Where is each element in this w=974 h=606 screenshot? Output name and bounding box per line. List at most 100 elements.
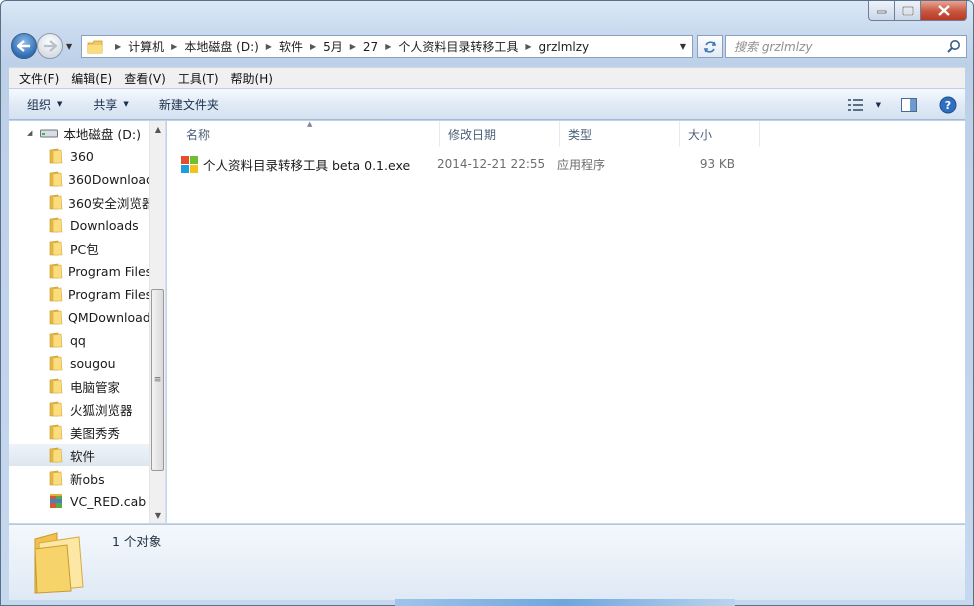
new-folder-label: 新建文件夹 — [158, 97, 219, 112]
taskbar-edge — [395, 599, 735, 606]
new-folder-button[interactable]: 新建文件夹 — [159, 96, 219, 113]
folder-icon — [49, 263, 63, 279]
folder-icon — [49, 217, 65, 233]
tree-item-label: 360Downloads — [68, 171, 150, 187]
address-bar[interactable]: ▶ 计算机 ▶ 本地磁盘 (D:) ▶ 软件 ▶ 5月 ▶ 27 ▶ 个人资料目录转移工具 … — [81, 35, 693, 58]
tree-item[interactable]: Program Files — [9, 260, 150, 282]
file-row[interactable]: 个人资料目录转移工具 beta 0.1.exe 2014-12-21 22:55… — [181, 153, 735, 175]
tree-item[interactable]: 火狐浏览器 — [9, 398, 150, 420]
menu-file[interactable]: 文件(F) — [19, 70, 59, 87]
help-button[interactable]: ? — [939, 96, 957, 114]
recent-pages-dropdown[interactable]: ▼ — [66, 42, 72, 51]
cab-archive-icon — [49, 493, 65, 509]
menu-view[interactable]: 查看(V) — [124, 70, 166, 87]
folder-icon — [49, 378, 65, 394]
tree-item[interactable]: Downloads — [9, 214, 150, 236]
close-icon — [937, 5, 950, 16]
caption-buttons — [868, 1, 967, 21]
chevron-down-icon: ▼ — [875, 100, 881, 109]
tree-item-label: QMDownload — [68, 309, 150, 325]
folder-icon — [49, 286, 63, 302]
forward-button[interactable] — [37, 33, 63, 59]
tree-item-label: Downloads — [70, 217, 139, 233]
tree-item[interactable]: 360Downloads — [9, 168, 150, 190]
share-button[interactable]: 共享 ▼ — [93, 96, 128, 113]
breadcrumb-computer[interactable]: ▶ 计算机 — [108, 38, 164, 55]
tree-item[interactable]: 美图秀秀 — [9, 421, 150, 443]
address-history-dropdown[interactable]: ▼ — [674, 36, 692, 57]
tree-item-label: 360安全浏览器下载 — [68, 195, 150, 211]
menu-tools[interactable]: 工具(T) — [178, 70, 219, 87]
scroll-up-arrow-icon[interactable]: ▲ — [150, 121, 166, 137]
navigation-pane: ◢ 本地磁盘 (D:) 360 360Downloads 360安全浏览器下载 Dow… — [9, 121, 166, 523]
breadcrumb-may[interactable]: ▶ 5月 — [303, 38, 343, 55]
tree-item[interactable]: QMDownload — [9, 306, 150, 328]
folder-icon — [49, 171, 63, 187]
file-size: 93 KB — [699, 157, 735, 171]
column-header-type[interactable]: 类型 — [560, 121, 680, 147]
folder-tree: ◢ 本地磁盘 (D:) 360 360Downloads 360安全浏览器下载 Dow… — [9, 121, 150, 523]
tree-item-label: 电脑管家 — [70, 379, 121, 395]
chevron-down-icon: ▼ — [57, 100, 63, 108]
column-header-date[interactable]: 修改日期 — [440, 121, 560, 147]
scroll-thumb[interactable]: ≡ — [151, 289, 164, 471]
preview-pane-button[interactable] — [901, 97, 917, 112]
menu-bar: 文件(F) 编辑(E) 查看(V) 工具(T) 帮助(H) — [9, 67, 965, 88]
hard-drive-icon — [40, 129, 59, 138]
details-pane: 1 个对象 — [9, 524, 965, 600]
refresh-icon — [703, 40, 717, 53]
folder-icon — [49, 447, 65, 463]
menu-edit[interactable]: 编辑(E) — [71, 70, 112, 87]
search-input[interactable]: 搜索 grzlmlzy — [725, 35, 967, 58]
share-label: 共享 — [93, 97, 118, 112]
item-count: 1 个对象 — [112, 534, 162, 549]
organize-button[interactable]: 组织 ▼ — [27, 96, 62, 113]
breadcrumb-27[interactable]: ▶ 27 — [343, 40, 378, 54]
change-view-button[interactable]: ▼ — [847, 98, 881, 111]
scroll-down-arrow-icon[interactable]: ▼ — [150, 507, 166, 523]
search-icon — [947, 40, 960, 53]
tree-item[interactable]: sougou — [9, 352, 150, 374]
refresh-button[interactable] — [697, 35, 723, 58]
tree-item-drive-d[interactable]: ◢ 本地磁盘 (D:) — [9, 123, 141, 143]
minimize-button[interactable] — [868, 1, 895, 21]
minimize-icon — [876, 10, 886, 13]
tree-item[interactable]: qq — [9, 329, 150, 351]
tree-item-label: Program Files — [68, 263, 150, 279]
tree-item[interactable]: 360 — [9, 145, 150, 167]
tree-item-label: sougou — [70, 355, 116, 371]
folder-icon — [49, 148, 65, 164]
tree-item[interactable]: 电脑管家 — [9, 375, 150, 397]
tree-item[interactable]: VC_RED.cab — [9, 490, 150, 512]
expanded-triangle-icon[interactable]: ◢ — [27, 129, 32, 137]
maximize-button[interactable] — [895, 1, 921, 21]
tree-item[interactable]: 新obs — [9, 467, 150, 489]
breadcrumb-software[interactable]: ▶ 软件 — [259, 38, 303, 55]
file-list-pane: ▲ 名称 修改日期 类型 大小 个人资料目录转移工具 beta 0.1.exe … — [167, 120, 965, 523]
chevron-right-icon: ▶ — [171, 42, 178, 51]
nav-scrollbar[interactable]: ▲ ≡ ▼ — [149, 121, 165, 523]
view-controls: ▼ ? — [847, 89, 965, 120]
back-button[interactable] — [11, 33, 37, 59]
folder-icon — [49, 194, 63, 210]
folder-icon — [49, 355, 65, 371]
tree-item[interactable]: 360安全浏览器下载 — [9, 191, 150, 213]
tree-item[interactable]: PC包 — [9, 237, 150, 259]
tree-item[interactable]: 软件 — [9, 444, 150, 466]
tree-item-label: 火狐浏览器 — [70, 402, 133, 418]
folder-icon — [49, 332, 65, 348]
close-button[interactable] — [921, 1, 967, 21]
breadcrumb-drive-d[interactable]: ▶ 本地磁盘 (D:) — [164, 38, 259, 55]
file-name: 个人资料目录转移工具 beta 0.1.exe — [203, 157, 411, 173]
tree-item[interactable]: Program Files (x86) — [9, 283, 150, 305]
explorer-window: ▼ ▶ 计算机 ▶ 本地磁盘 (D:) ▶ 软件 ▶ 5月 ▶ 27 ▶ 个人资料目录转移工… — [0, 0, 974, 606]
menu-help[interactable]: 帮助(H) — [231, 70, 273, 87]
chevron-right-icon: ▶ — [349, 42, 356, 51]
breadcrumb-tool-folder[interactable]: ▶ 个人资料目录转移工具 — [378, 38, 518, 55]
folder-icon — [49, 424, 65, 440]
folder-icon — [82, 40, 108, 54]
column-header-size[interactable]: 大小 — [680, 121, 760, 147]
column-header-name[interactable]: 名称 — [167, 121, 440, 147]
organize-label: 组织 — [27, 97, 52, 112]
breadcrumb-grzlmlzy[interactable]: ▶ grzlmlzy — [518, 40, 589, 54]
